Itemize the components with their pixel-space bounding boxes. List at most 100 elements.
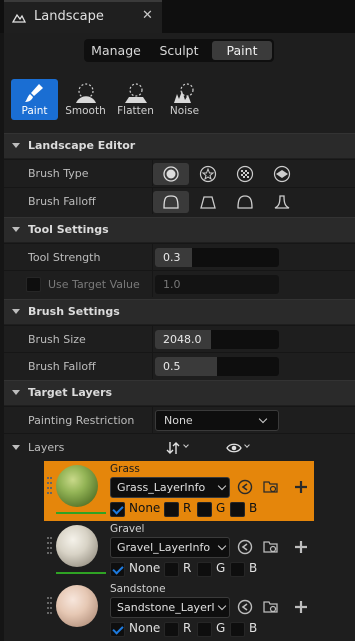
section-title: Tool Settings xyxy=(28,223,109,236)
tool-strength-value: 0.3 xyxy=(163,251,181,264)
browse-asset-icon[interactable] xyxy=(263,539,279,555)
drag-handle-icon[interactable] xyxy=(47,477,53,499)
layer-info-dropdown[interactable]: Grass_LayerInfo xyxy=(110,477,230,498)
channel-b-checkbox[interactable] xyxy=(230,502,245,517)
layers-label: Layers xyxy=(28,441,65,454)
channel-none-checkbox[interactable] xyxy=(110,502,125,517)
channel-g-checkbox[interactable] xyxy=(197,562,212,577)
use-target-value-checkbox[interactable] xyxy=(26,277,41,292)
channel-r-checkbox[interactable] xyxy=(164,502,179,517)
section-title: Landscape Editor xyxy=(28,139,136,152)
brush-type-circle-button[interactable] xyxy=(153,163,189,185)
falloff-linear-icon xyxy=(200,196,216,209)
channel-b-label: B xyxy=(249,561,258,575)
chevron-down-icon xyxy=(258,414,268,424)
channel-b-checkbox[interactable] xyxy=(230,622,245,637)
collapse-arrow-icon xyxy=(12,309,20,314)
section-target-layers[interactable]: Target Layers xyxy=(4,380,355,405)
smooth-icon xyxy=(76,83,96,103)
falloff-smooth-button[interactable] xyxy=(153,191,189,213)
channel-r-checkbox[interactable] xyxy=(164,562,179,577)
channel-none-label: None xyxy=(129,501,161,515)
channel-b-label: B xyxy=(249,501,258,515)
section-brush-settings[interactable]: Brush Settings xyxy=(4,299,355,324)
tool-smooth[interactable]: Smooth xyxy=(62,79,109,120)
layer-info-value: Grass_LayerInfo xyxy=(117,481,206,494)
brush-falloff-slider[interactable]: 0.5 xyxy=(155,357,279,376)
tab-sculpt[interactable]: Sculpt xyxy=(148,41,210,60)
chevron-down-icon[interactable] xyxy=(183,442,189,448)
chevron-down-icon[interactable] xyxy=(244,442,250,448)
layer-item-gravel[interactable]: Gravel Gravel_LayerInfo None R G B xyxy=(44,521,314,581)
section-tool-settings[interactable]: Tool Settings xyxy=(4,217,355,242)
tool-paint-label: Paint xyxy=(21,105,48,117)
channel-g-checkbox[interactable] xyxy=(197,622,212,637)
drag-handle-icon[interactable] xyxy=(47,597,53,619)
channel-g-checkbox[interactable] xyxy=(197,502,212,517)
use-selected-asset-icon[interactable] xyxy=(237,479,253,495)
tool-flatten[interactable]: Flatten xyxy=(112,79,159,120)
falloff-linear-button[interactable] xyxy=(190,191,226,213)
brush-size-slider[interactable]: 2048.0 xyxy=(155,330,279,349)
use-selected-asset-icon[interactable] xyxy=(237,539,253,555)
add-icon[interactable] xyxy=(293,539,309,555)
channel-r-label: R xyxy=(183,621,192,635)
tab-paint[interactable]: Paint xyxy=(212,41,272,60)
layer-weight-bar xyxy=(56,512,106,514)
section-landscape-editor[interactable]: Landscape Editor xyxy=(4,133,355,158)
flatten-icon xyxy=(125,83,147,103)
visibility-eye-icon[interactable] xyxy=(226,442,242,454)
painting-restriction-dropdown[interactable]: None xyxy=(155,410,279,431)
layer-thumbnail xyxy=(56,465,98,507)
layer-item-sandstone[interactable]: Sandstone Sandstone_LayerInfo None R G B xyxy=(44,581,314,641)
tool-noise[interactable]: Noise xyxy=(161,79,208,120)
layer-item-grass[interactable]: Grass Grass_LayerInfo None R G B xyxy=(44,461,314,521)
brush-falloff-type-row: Brush Falloff xyxy=(4,187,355,214)
section-title: Target Layers xyxy=(28,386,113,399)
channel-none-label: None xyxy=(129,561,161,575)
painting-restriction-label: Painting Restriction xyxy=(28,414,135,427)
channel-r-label: R xyxy=(183,501,192,515)
target-value-field[interactable]: 1.0 xyxy=(155,275,279,294)
channel-g-label: G xyxy=(216,501,226,515)
brush-type-pattern-button[interactable] xyxy=(227,163,263,185)
collapse-arrow-icon xyxy=(12,143,20,148)
layer-info-dropdown[interactable]: Sandstone_LayerInfo xyxy=(110,597,230,618)
tool-smooth-label: Smooth xyxy=(65,105,106,117)
layer-name: Sandstone xyxy=(110,583,166,595)
layer-info-dropdown[interactable]: Gravel_LayerInfo xyxy=(110,537,230,558)
browse-asset-icon[interactable] xyxy=(263,599,279,615)
add-icon[interactable] xyxy=(293,479,309,495)
tool-paint[interactable]: Paint xyxy=(11,79,58,120)
circle-brush-icon xyxy=(163,166,179,182)
sort-icon[interactable] xyxy=(166,441,180,455)
channel-g-label: G xyxy=(216,621,226,635)
tool-strength-slider[interactable]: 0.3 xyxy=(155,248,279,267)
brush-type-alpha-button[interactable] xyxy=(190,163,226,185)
landscape-mode-icon xyxy=(12,13,26,23)
use-target-value-row: Use Target Value 1.0 xyxy=(4,270,355,297)
use-selected-asset-icon[interactable] xyxy=(237,599,253,615)
target-value: 1.0 xyxy=(163,278,181,291)
close-icon[interactable]: ✕ xyxy=(142,8,153,23)
mode-selector: Manage Sculpt Paint xyxy=(84,39,274,62)
component-brush-icon xyxy=(273,165,291,183)
channel-b-checkbox[interactable] xyxy=(230,562,245,577)
falloff-spherical-icon xyxy=(237,195,253,209)
channel-r-checkbox[interactable] xyxy=(164,622,179,637)
drag-handle-icon[interactable] xyxy=(47,537,53,559)
tab-manage[interactable]: Manage xyxy=(86,41,146,60)
landscape-tab[interactable]: Landscape ✕ xyxy=(4,0,162,33)
falloff-tip-button[interactable] xyxy=(264,191,300,213)
tool-strength-row: Tool Strength 0.3 xyxy=(4,243,355,270)
chevron-down-icon xyxy=(217,601,227,611)
brush-type-row: Brush Type xyxy=(4,159,355,186)
chevron-down-icon xyxy=(217,481,227,491)
channel-none-checkbox[interactable] xyxy=(110,622,125,637)
browse-asset-icon[interactable] xyxy=(263,479,279,495)
noise-icon xyxy=(174,83,194,103)
add-icon[interactable] xyxy=(293,599,309,615)
falloff-spherical-button[interactable] xyxy=(227,191,263,213)
channel-none-checkbox[interactable] xyxy=(110,562,125,577)
brush-type-component-button[interactable] xyxy=(264,163,300,185)
